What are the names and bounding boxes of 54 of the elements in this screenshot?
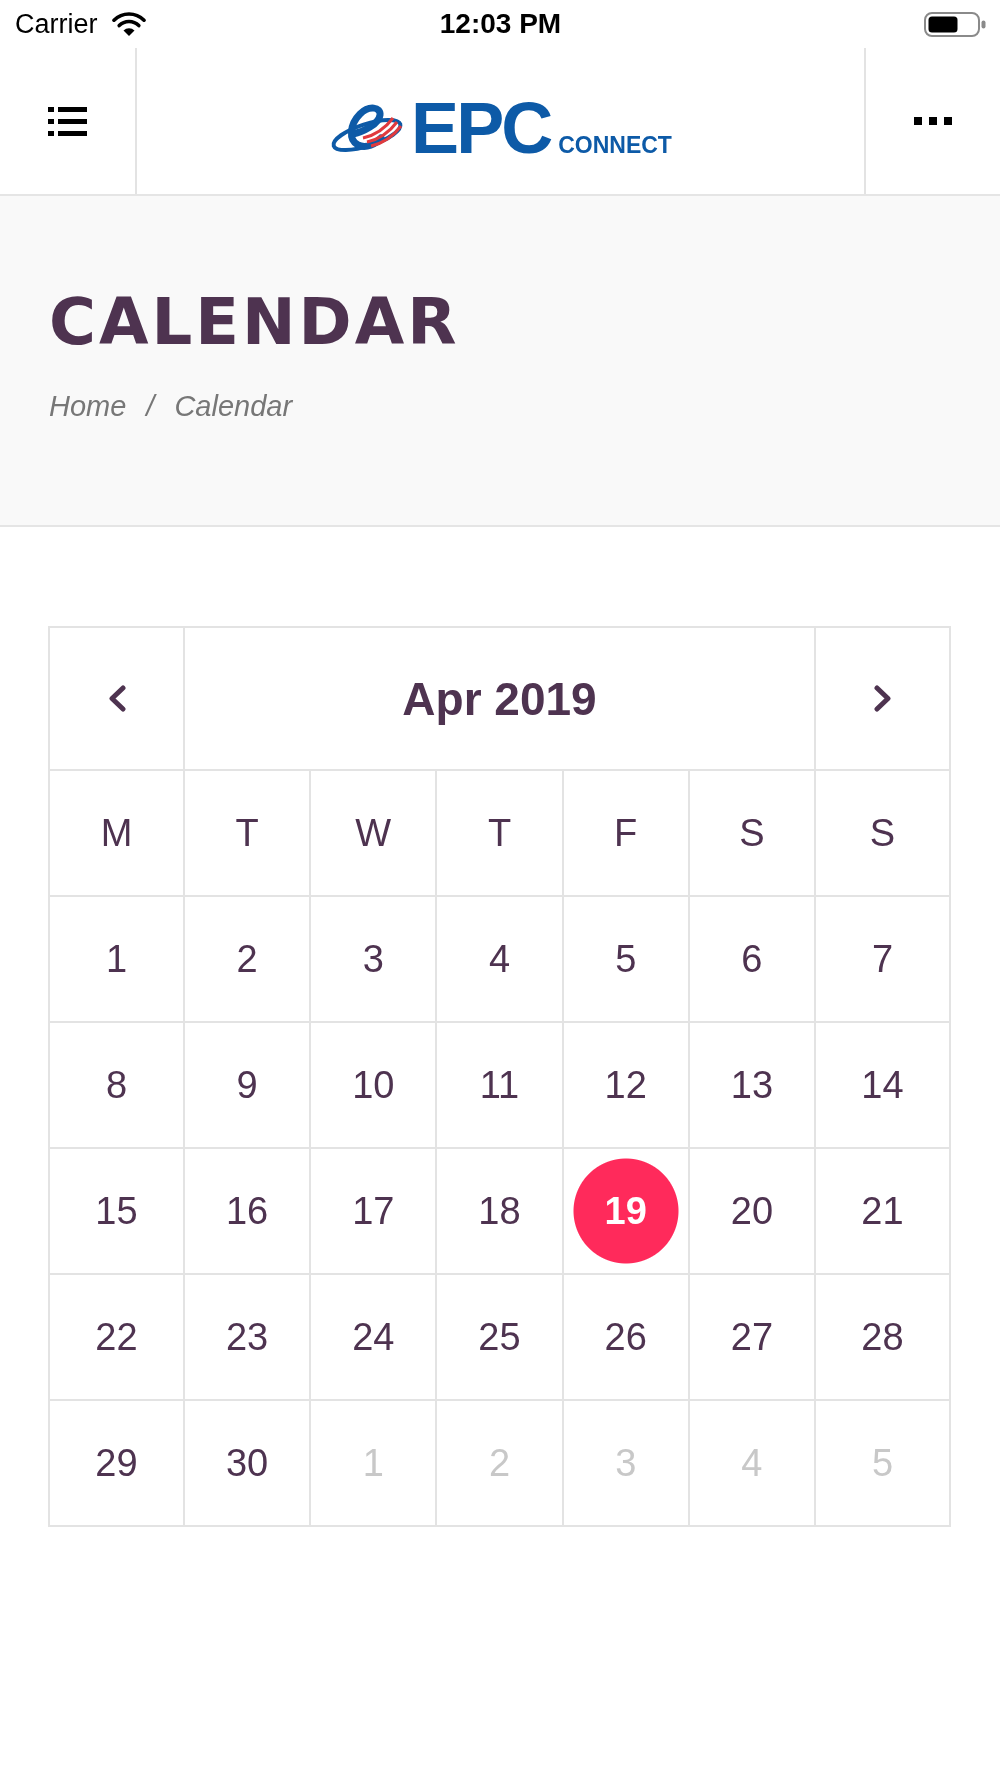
day-cell[interactable]: 18	[437, 1149, 564, 1275]
day-cell[interactable]: 9	[185, 1023, 312, 1149]
day-cell[interactable]: 16	[185, 1149, 312, 1275]
carrier-label: Carrier	[15, 8, 98, 40]
day-cell[interactable]: 20	[689, 1149, 816, 1275]
day-cell[interactable]: 21	[816, 1149, 951, 1275]
day-cell[interactable]: 25	[437, 1275, 564, 1401]
chevron-left-icon	[107, 685, 126, 712]
month-title: Apr 2019	[185, 628, 816, 771]
day-cell[interactable]: 13	[689, 1023, 816, 1149]
day-cell[interactable]: 12	[563, 1023, 690, 1149]
day-cell[interactable]: 3	[311, 897, 438, 1023]
day-cell[interactable]: 17	[311, 1149, 438, 1275]
day-cell[interactable]: 15	[50, 1149, 185, 1275]
day-cell[interactable]: 5	[563, 897, 690, 1023]
breadcrumb-link[interactable]: Home	[49, 389, 127, 424]
weekday-header-cell: T	[185, 771, 312, 897]
day-cell[interactable]: 23	[185, 1275, 312, 1401]
day-cell[interactable]: 10	[311, 1023, 438, 1149]
day-cell[interactable]: 11	[437, 1023, 564, 1149]
weekday-header-cell: S	[816, 771, 951, 897]
previous-month-button[interactable]	[50, 628, 185, 771]
day-cell[interactable]: 27	[689, 1275, 816, 1401]
day-cell[interactable]: 4	[437, 897, 564, 1023]
chevron-right-icon	[873, 685, 892, 712]
day-cell[interactable]: 29	[50, 1401, 185, 1527]
day-cell[interactable]: 14	[816, 1023, 951, 1149]
page-title: CALENDAR	[49, 287, 460, 357]
day-cell[interactable]: 19	[563, 1149, 690, 1275]
day-cell[interactable]: 22	[50, 1275, 185, 1401]
day-cell[interactable]: 2	[185, 897, 312, 1023]
logo-wordmark: EPC	[411, 100, 551, 156]
weekday-header-cell: S	[689, 771, 816, 897]
day-cell[interactable]: 28	[816, 1275, 951, 1401]
breadcrumb-current: Calendar	[174, 389, 293, 424]
list-icon	[48, 106, 87, 136]
weekday-header-cell: F	[563, 771, 690, 897]
weekday-header-cell: T	[437, 771, 564, 897]
day-cell[interactable]: 7	[816, 897, 951, 1023]
status-time: 12:03 PM	[439, 8, 562, 40]
day-cell[interactable]: 1	[50, 897, 185, 1023]
next-month-button[interactable]	[816, 628, 951, 771]
weekday-header-cell: M	[50, 771, 185, 897]
battery-icon	[924, 11, 986, 37]
day-cell[interactable]: 6	[689, 897, 816, 1023]
weekday-header-cell: W	[311, 771, 438, 897]
wifi-icon	[111, 11, 146, 37]
logo-tagline: CONNECT	[558, 134, 672, 156]
day-cell[interactable]: 26	[563, 1275, 690, 1401]
day-cell[interactable]: 8	[50, 1023, 185, 1149]
breadcrumb-separator: /	[146, 389, 155, 424]
more-icon	[914, 117, 952, 125]
day-cell[interactable]: 30	[185, 1401, 312, 1527]
day-cell[interactable]: 24	[311, 1275, 438, 1401]
